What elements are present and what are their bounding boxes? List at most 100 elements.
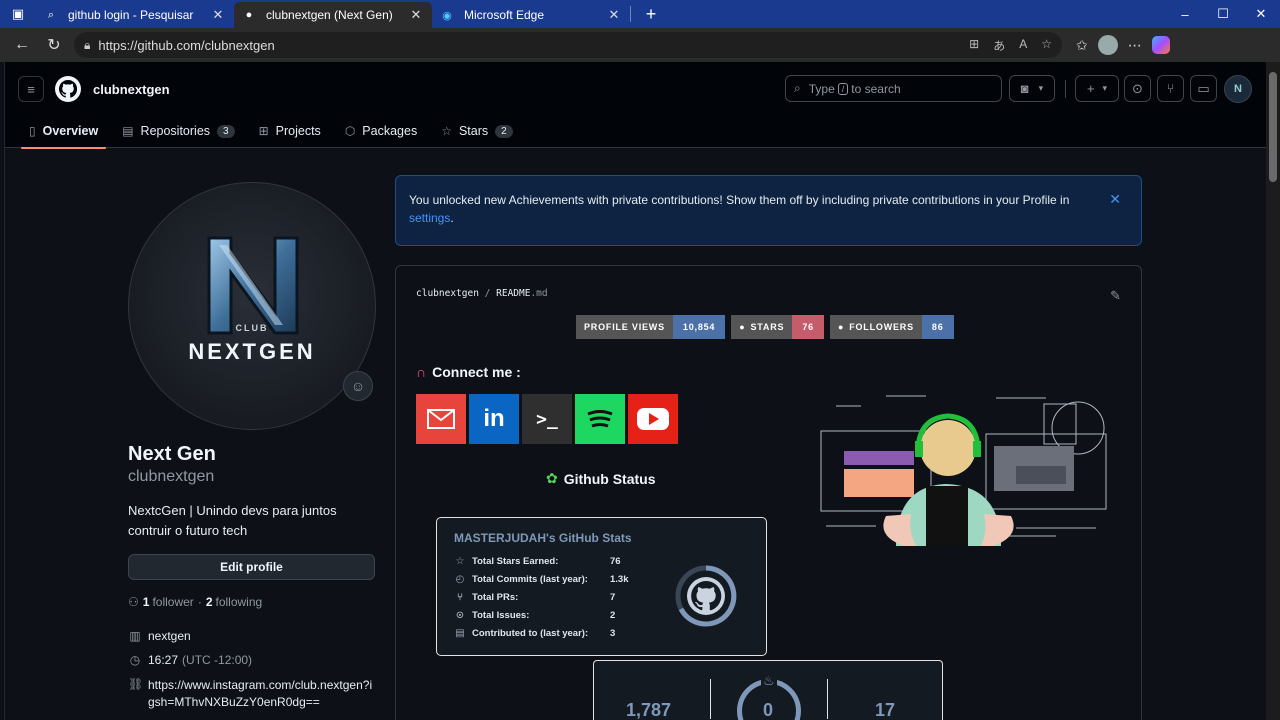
stat-label: Total Commits (last year): — [472, 574, 588, 585]
set-status-smiley-icon[interactable]: ☺ — [343, 371, 373, 401]
search-placeholder-start: Type — [808, 81, 835, 96]
tab-repositories[interactable]: ▤ Repositories 3 — [114, 114, 242, 148]
badge-value: 86 — [921, 315, 954, 339]
user-avatar[interactable]: N — [1224, 75, 1252, 103]
close-tab-icon[interactable]: ✕ — [408, 7, 424, 23]
read-aloud-icon[interactable]: A — [1019, 37, 1027, 54]
app-available-icon[interactable]: ⊞ — [969, 37, 979, 54]
github-status-heading: ✿ Github Status — [546, 470, 656, 487]
tab-title: github login - Pesquisar — [68, 8, 194, 22]
close-tab-icon[interactable]: ✕ — [210, 7, 226, 23]
following-label[interactable]: following — [216, 595, 263, 609]
settings-link[interactable]: settings — [409, 211, 450, 225]
stars-badge[interactable]: ● STARS 76 — [731, 315, 824, 339]
profile-avatar[interactable]: CLUB NEXTGEN — [128, 182, 376, 430]
clock-icon: ◷ — [129, 653, 141, 667]
profile-views-badge[interactable]: PROFILE VIEWS 10,854 — [576, 315, 726, 339]
url-text: https://github.com/clubnextgen — [98, 37, 275, 53]
readme-card: clubnextgen / README.md ✎ PROFILE VIEWS … — [395, 265, 1142, 720]
github-icon: ● — [245, 9, 253, 21]
total-contributions-value: 1,787 — [626, 700, 672, 720]
favorite-icon[interactable]: ☆ — [1041, 37, 1052, 54]
close-icon[interactable]: ✕ — [1109, 190, 1121, 208]
table-icon: ⊞ — [258, 124, 269, 138]
pull-requests-button[interactable]: ⑂ — [1157, 75, 1184, 102]
create-new-button[interactable]: + ▾ — [1075, 75, 1119, 102]
minimize-icon[interactable]: – — [1166, 0, 1204, 28]
back-icon[interactable]: ← — [6, 31, 38, 59]
tab-stars[interactable]: ☆ Stars 2 — [433, 114, 521, 148]
pull-request-icon: ⑂ — [457, 592, 463, 603]
header-username[interactable]: clubnextgen — [93, 82, 170, 97]
streak-divider — [827, 679, 828, 719]
badge-value: 76 — [792, 315, 824, 339]
tab-overview[interactable]: ▯ Overview — [21, 114, 107, 149]
connect-heading: ∩ Connect me : — [416, 364, 521, 380]
inbox-button[interactable]: ▭ — [1190, 75, 1217, 102]
search-input[interactable]: ⌕ Type / to search — [785, 75, 1002, 102]
tab-projects[interactable]: ⊞ Projects — [251, 114, 329, 148]
following-count[interactable]: 2 — [206, 595, 213, 609]
tab-label: Repositories — [140, 124, 211, 138]
followers-label[interactable]: follower — [152, 595, 193, 609]
spotify-icon[interactable] — [575, 394, 625, 444]
readme-owner[interactable]: clubnextgen — [416, 288, 479, 299]
path-separator: / — [484, 288, 491, 299]
browser-tab-edge[interactable]: ◉ Microsoft Edge ✕ — [432, 2, 630, 28]
profile-link[interactable]: https://www.instagram.com/club.nextgen?i… — [148, 677, 373, 711]
more-icon[interactable]: ⋯ — [1128, 37, 1142, 54]
banner-suffix: . — [450, 211, 454, 225]
connect-title: Connect me : — [432, 364, 521, 380]
lock-icon[interactable]: 🔒︎ — [84, 38, 90, 53]
readme-path: clubnextgen / README.md — [416, 288, 548, 299]
badge-label: ● FOLLOWERS — [829, 315, 922, 339]
pull-request-icon: ⑂ — [1166, 81, 1175, 96]
chevron-down-icon: ▾ — [1102, 83, 1108, 93]
history-icon: ◴ — [455, 574, 465, 585]
badge-label: PROFILE VIEWS — [576, 315, 673, 339]
github-logo-icon[interactable] — [55, 76, 81, 102]
github-icon: ● — [739, 322, 746, 332]
edit-profile-button[interactable]: Edit profile — [128, 554, 375, 580]
new-tab-icon[interactable]: + — [637, 0, 665, 28]
stat-value: 3 — [610, 628, 616, 639]
url-field[interactable]: 🔒︎ https://github.com/clubnextgen ⊞ あ A … — [74, 32, 1062, 58]
followers-count[interactable]: 1 — [143, 595, 150, 609]
tab-packages[interactable]: ⬡ Packages — [337, 114, 425, 148]
stat-value: 1.3k — [610, 574, 629, 585]
tab-actions-icon[interactable]: ▣ — [0, 0, 36, 28]
browser-tab-search[interactable]: ⌕ github login - Pesquisar ✕ — [36, 2, 234, 28]
followers-badge[interactable]: ● FOLLOWERS 86 — [829, 315, 954, 339]
readme-file: README — [496, 288, 531, 299]
stats-row: ⊙ Total Issues: 2 — [454, 610, 616, 621]
issue-icon: ⊙ — [455, 610, 465, 621]
terminal-icon[interactable]: >_ — [522, 394, 572, 444]
browser-tab-github[interactable]: ● clubnextgen (Next Gen) ✕ — [234, 2, 432, 28]
menu-icon[interactable]: ≡ — [18, 76, 44, 102]
building-icon: ▥ — [129, 629, 141, 643]
maximize-icon[interactable]: ☐ — [1204, 0, 1242, 28]
close-tab-icon[interactable]: ✕ — [606, 7, 622, 23]
github-icon: ● — [837, 322, 845, 332]
page-scrollbar[interactable] — [1266, 62, 1280, 720]
readme-ext: .md — [530, 288, 548, 299]
youtube-icon[interactable] — [628, 394, 678, 444]
stat-label: Total Issues: — [472, 610, 530, 621]
gmail-icon[interactable] — [416, 394, 466, 444]
people-icon: ⚇ — [128, 595, 139, 609]
scrollbar-thumb[interactable] — [1269, 72, 1277, 182]
close-window-icon[interactable]: ✕ — [1242, 0, 1280, 28]
copilot-icon[interactable] — [1151, 36, 1170, 54]
translate-icon[interactable]: あ — [993, 37, 1005, 54]
refresh-icon[interactable]: ↻ — [38, 31, 70, 59]
inbox-icon: ▭ — [1197, 80, 1210, 96]
copilot-button[interactable]: ◙ ▾ — [1009, 75, 1055, 102]
profile-avatar-icon[interactable] — [1097, 35, 1118, 55]
profile-nav: ▯ Overview ▤ Repositories 3 ⊞ Projects ⬡… — [21, 114, 529, 149]
linkedin-icon[interactable]: in — [469, 394, 519, 444]
stats-row: ◴ Total Commits (last year): 1.3k — [454, 574, 629, 585]
search-icon: ⌕ — [47, 8, 55, 21]
pencil-icon[interactable]: ✎ — [1110, 288, 1121, 304]
issues-button[interactable]: ⊙ — [1124, 75, 1151, 102]
favorites-icon[interactable]: ✩ — [1076, 37, 1088, 54]
